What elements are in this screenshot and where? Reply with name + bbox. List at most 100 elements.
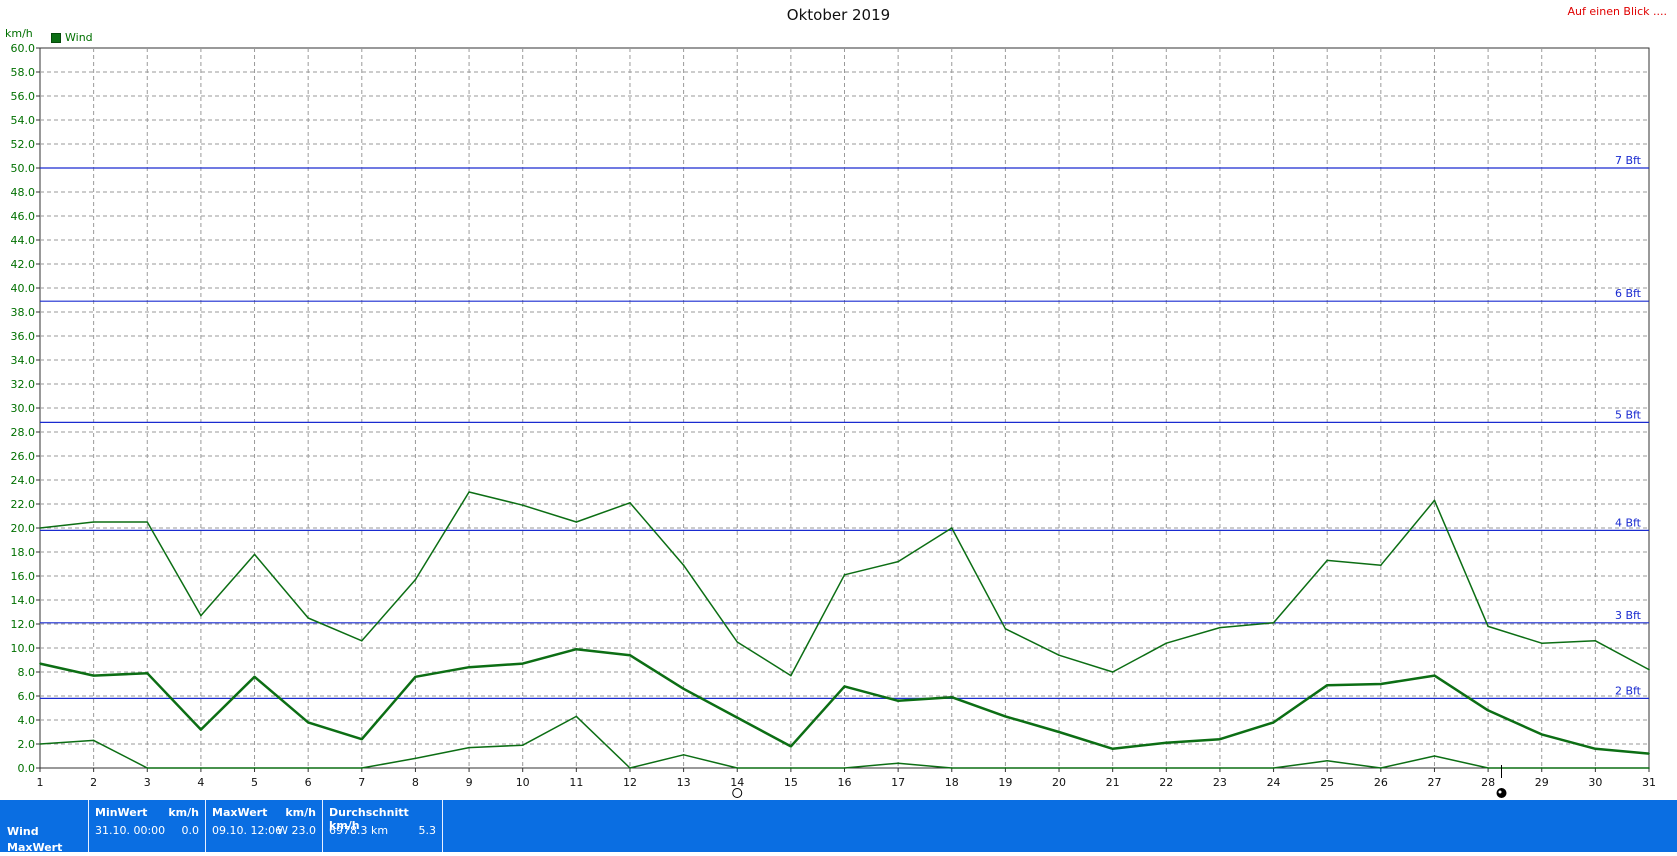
wind-max-point: [521, 504, 524, 507]
wind-min-point: [790, 767, 792, 769]
x-tick-label: 5: [251, 776, 258, 789]
y-tick-label: 0.0: [18, 762, 36, 775]
y-tick-label: 40.0: [11, 282, 36, 295]
wind-avg-point: [1380, 683, 1382, 685]
y-tick-label: 50.0: [11, 162, 36, 175]
wind-max-point: [1487, 625, 1489, 628]
stats-min-panel: MinWert km/h 31.10. 00:00 0.0: [88, 800, 205, 852]
wind-max-point: [361, 640, 363, 642]
x-tick-label: 11: [569, 776, 583, 789]
wind-min-point: [1594, 767, 1597, 769]
wind-min-point: [146, 767, 149, 769]
y-tick-label: 58.0: [11, 66, 36, 79]
bft-reference-label: 5 Bft: [1615, 408, 1642, 421]
x-tick-label: 26: [1374, 776, 1388, 789]
x-tick-label: 25: [1320, 776, 1334, 789]
y-tick-label: 36.0: [11, 330, 36, 343]
y-tick-label: 26.0: [11, 450, 36, 463]
wind-max-point: [1219, 626, 1221, 629]
x-tick-label: 14: [730, 776, 744, 789]
y-tick-label: 44.0: [11, 234, 36, 247]
y-tick-label: 28.0: [11, 426, 36, 439]
stats-avg-value: 5.3: [418, 824, 437, 837]
wind-avg-point: [1165, 742, 1168, 744]
wind-avg-point: [146, 672, 149, 674]
wind-max-point: [307, 617, 309, 619]
wind-avg-point: [950, 696, 953, 698]
bft-reference-label: 4 Bft: [1615, 516, 1642, 529]
wind-max-point: [736, 641, 739, 643]
x-tick-label: 27: [1427, 776, 1441, 789]
wind-avg-point: [307, 721, 309, 724]
wind-avg-point: [629, 654, 631, 656]
x-tick-label: 21: [1106, 776, 1120, 789]
x-tick-label: 23: [1213, 776, 1227, 789]
wind-min-point: [1380, 767, 1382, 769]
wind-min-point: [253, 767, 256, 769]
x-tick-label: 3: [144, 776, 151, 789]
wind-avg-point: [1004, 715, 1007, 718]
x-tick-label: 18: [945, 776, 959, 789]
y-tick-label: 8.0: [18, 666, 36, 679]
wind-max-point: [1594, 640, 1597, 642]
wind-max-point: [790, 674, 792, 677]
stats-max-unit: km/h: [285, 806, 316, 819]
stats-bar: Wind MaxWert MinWert km/h 31.10. 00:00 0…: [0, 800, 1677, 854]
x-tick-label: 19: [998, 776, 1012, 789]
wind-max-point: [414, 578, 417, 581]
y-tick-label: 4.0: [18, 714, 36, 727]
wind-max-point: [1165, 642, 1168, 644]
wind-avg-point: [468, 666, 470, 668]
x-tick-label: 2: [90, 776, 97, 789]
x-tick-label: 20: [1052, 776, 1066, 789]
bft-reference-label: 7 Bft: [1615, 154, 1642, 167]
wind-avg-point: [897, 700, 899, 702]
wind-avg-point: [736, 716, 739, 719]
wind-avg-point: [843, 685, 846, 688]
new-moon-highlight: [1498, 790, 1502, 794]
wind-avg-point: [790, 745, 792, 748]
y-tick-label: 54.0: [11, 114, 36, 127]
y-tick-label: 14.0: [11, 594, 36, 607]
x-tick-label: 6: [305, 776, 312, 789]
x-tick-label: 9: [466, 776, 473, 789]
x-tick-label: 12: [623, 776, 637, 789]
bft-reference-label: 3 Bft: [1615, 609, 1642, 622]
stats-max-panel: MaxWert km/h 09.10. 12:06 W 23.0: [205, 800, 322, 852]
wind-min-point: [1648, 767, 1650, 769]
stats-row-labels: Wind MaxWert: [7, 824, 62, 856]
wind-max-point: [682, 564, 685, 566]
x-tick-label: 8: [412, 776, 419, 789]
stats-min-header: MinWert: [95, 806, 148, 819]
x-tick-label: 15: [784, 776, 798, 789]
wind-min-point: [1165, 767, 1168, 769]
wind-min-point: [1487, 767, 1489, 769]
wind-min-point: [897, 762, 899, 764]
wind-avg-point: [1648, 752, 1650, 755]
wind-max-point: [1540, 642, 1543, 644]
wind-min-point: [682, 754, 685, 756]
wind-min-point: [1219, 767, 1221, 769]
wind-max-point: [92, 521, 95, 523]
x-tick-label: 28: [1481, 776, 1495, 789]
x-tick-label: 24: [1267, 776, 1281, 789]
wind-min-point: [307, 767, 309, 769]
x-tick-label: 10: [516, 776, 530, 789]
y-tick-label: 52.0: [11, 138, 36, 151]
y-tick-label: 56.0: [11, 90, 36, 103]
y-tick-label: 42.0: [11, 258, 36, 271]
wind-max-point: [468, 491, 470, 493]
wind-max-point: [1058, 654, 1060, 656]
wind-avg-point: [253, 676, 256, 678]
y-tick-label: 6.0: [18, 690, 36, 703]
wind-avg-point: [1594, 748, 1597, 750]
wind-max-point: [897, 560, 899, 563]
wind-max-point: [1648, 668, 1650, 671]
x-tick-label: 31: [1642, 776, 1656, 789]
wind-min-point: [1111, 767, 1114, 769]
wind-avg-point: [1272, 721, 1275, 724]
stats-min-date: 31.10. 00:00: [95, 824, 166, 837]
x-tick-label: 30: [1588, 776, 1602, 789]
y-tick-label: 22.0: [11, 498, 36, 511]
wind-max-point: [200, 614, 202, 617]
